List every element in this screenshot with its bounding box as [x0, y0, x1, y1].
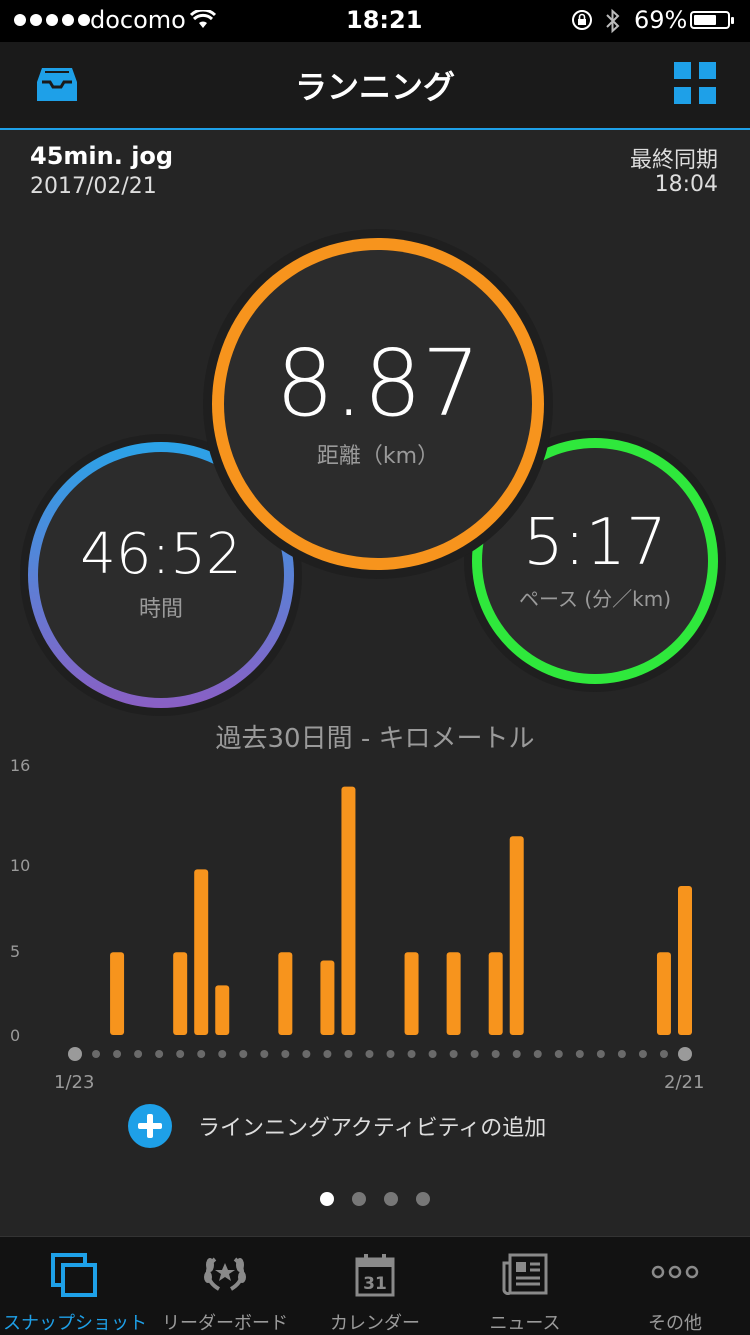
day-dot — [428, 1050, 437, 1058]
day-dot — [365, 1050, 374, 1058]
chart-bar — [194, 869, 209, 1035]
calendar-icon: 31 — [355, 1254, 395, 1297]
day-dot — [533, 1050, 542, 1058]
distance-value: 8.87 — [275, 330, 481, 437]
page-dot[interactable] — [384, 1192, 398, 1206]
battery-percent: 69% — [634, 6, 688, 34]
tab-leaderboard[interactable]: リーダーボード — [150, 1237, 300, 1335]
chart-bar — [320, 960, 335, 1035]
carrier-name: docomo — [90, 6, 186, 34]
chart-bar — [341, 786, 356, 1035]
chart-bar — [656, 952, 671, 1035]
day-dot — [554, 1050, 563, 1058]
pace-label: ペース (分／km) — [518, 586, 672, 611]
chart-bar — [404, 952, 419, 1035]
activity-name: 45min. jog — [30, 142, 174, 170]
more-dots-icon — [651, 1265, 699, 1279]
tab-calendar[interactable]: 31 カレンダー — [300, 1237, 450, 1335]
chart-bar — [215, 985, 230, 1035]
page-dot[interactable] — [320, 1192, 334, 1206]
day-dot — [512, 1050, 521, 1058]
tab-label: カレンダー — [330, 1313, 420, 1334]
chart-bar — [446, 952, 461, 1035]
tab-label: リーダーボード — [162, 1313, 288, 1334]
bluetooth-icon — [606, 8, 620, 34]
chart-title: 過去30日間 - キロメートル — [215, 724, 535, 754]
laurel-icon — [204, 1257, 246, 1291]
day-dot — [470, 1050, 479, 1058]
day-dot — [281, 1050, 290, 1058]
tab-label: その他 — [648, 1313, 702, 1334]
battery-icon — [690, 11, 734, 29]
clock-time: 18:21 — [346, 6, 423, 34]
tab-label: ニュース — [489, 1313, 561, 1334]
day-dot — [344, 1050, 353, 1058]
day-dot — [260, 1050, 269, 1058]
day-dot — [386, 1050, 395, 1058]
last-sync-time: 18:04 — [654, 172, 718, 197]
chart-bar — [678, 885, 692, 1035]
add-activity-button[interactable]: ラインニングアクティビティの追加 — [128, 1104, 546, 1148]
plus-circle-icon — [128, 1104, 172, 1148]
day-dot — [596, 1050, 605, 1058]
day-dot — [323, 1050, 332, 1058]
day-dot — [407, 1050, 416, 1058]
x-start-label: 1/23 — [54, 1072, 95, 1093]
page-dot[interactable] — [352, 1192, 366, 1206]
day-dot — [134, 1050, 143, 1058]
signal-strength-icon — [14, 14, 90, 26]
day-dot — [638, 1050, 647, 1058]
add-activity-label: ラインニングアクティビティの追加 — [198, 1116, 547, 1141]
day-dot — [239, 1050, 248, 1058]
day-dot — [678, 1047, 692, 1061]
chart-bar — [110, 952, 125, 1035]
status-bar: docomo 18:21 69% — [0, 0, 750, 42]
distance-label: 距離（km） — [316, 444, 440, 469]
wifi-icon — [190, 10, 216, 28]
calendar-day: 31 — [363, 1274, 387, 1294]
day-dot — [197, 1050, 206, 1058]
day-dot — [155, 1050, 164, 1058]
day-dot — [575, 1050, 584, 1058]
day-dot — [449, 1050, 458, 1058]
distance-metric-circle[interactable]: 8.87 距離（km） — [212, 238, 544, 570]
nav-bar: ランニング — [0, 42, 750, 130]
time-value: 46:52 — [80, 522, 242, 587]
tab-news[interactable]: ニュース — [450, 1237, 600, 1335]
page-indicator — [320, 1192, 430, 1206]
tab-more[interactable]: その他 — [600, 1237, 750, 1335]
day-dot — [491, 1050, 500, 1058]
tab-bar: スナップショット リーダーボード 31 カレンダー ニュース その他 — [0, 1236, 750, 1335]
snapshot-icon — [51, 1253, 97, 1297]
rotation-lock-icon — [572, 10, 592, 30]
day-dot — [68, 1047, 82, 1061]
last-sync-label: 最終同期 — [629, 148, 718, 173]
day-dot — [659, 1050, 668, 1058]
distance-bar-chart — [68, 786, 692, 1061]
pace-value: 5:17 — [523, 505, 667, 580]
tab-label: スナップショット — [3, 1313, 147, 1334]
chart-bar — [173, 952, 188, 1035]
day-dot — [302, 1050, 311, 1058]
chart-bar — [488, 952, 503, 1035]
newspaper-icon — [502, 1253, 548, 1295]
activity-date: 2017/02/21 — [30, 174, 157, 199]
page-dot[interactable] — [416, 1192, 430, 1206]
time-label: 時間 — [138, 597, 183, 622]
day-dot — [92, 1050, 101, 1058]
x-end-label: 2/21 — [664, 1072, 705, 1093]
tab-snapshot[interactable]: スナップショット — [0, 1237, 150, 1335]
day-dot — [617, 1050, 626, 1058]
grid-icon[interactable] — [674, 62, 716, 104]
day-dot — [218, 1050, 227, 1058]
day-dot — [176, 1050, 185, 1058]
chart-bar — [278, 952, 293, 1035]
day-dot — [113, 1050, 122, 1058]
chart-bar — [509, 836, 524, 1035]
page-title: ランニング — [294, 68, 455, 106]
